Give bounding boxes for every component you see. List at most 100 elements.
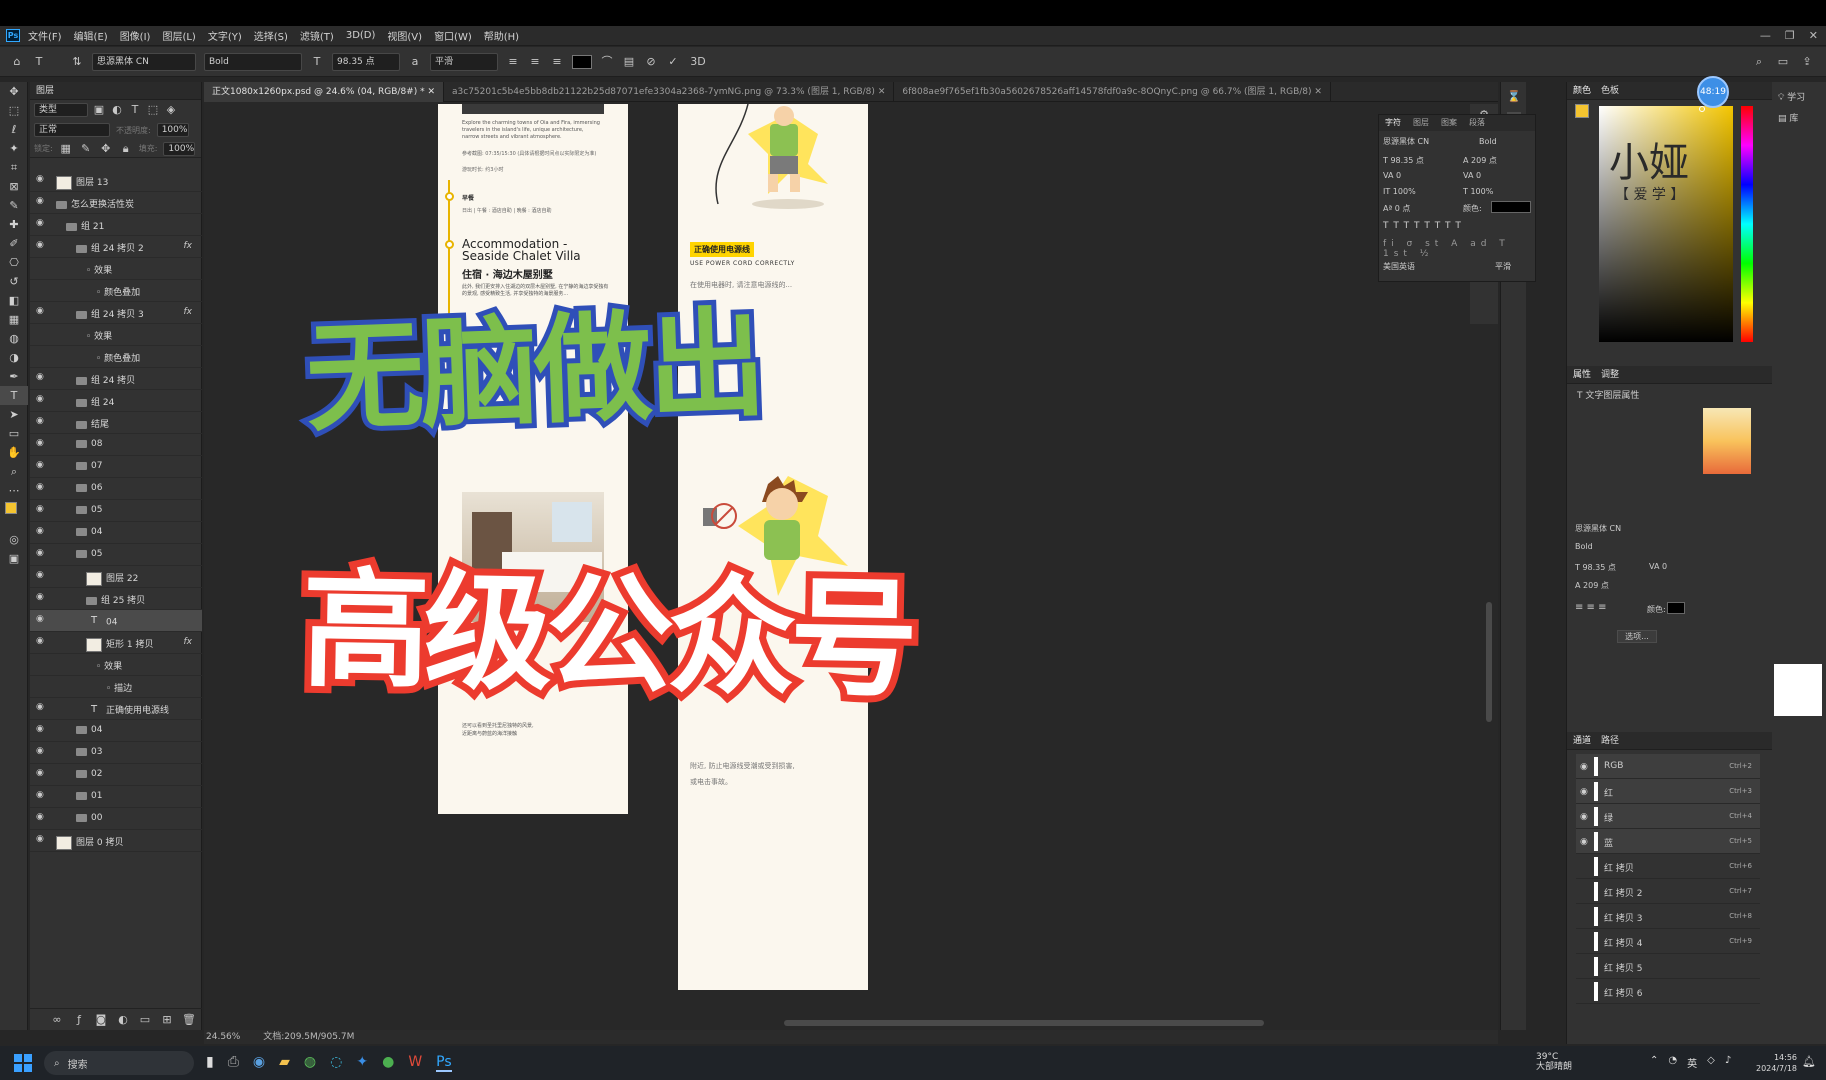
- layer-row[interactable]: ◉ 怎么更换活性炭: [30, 192, 202, 214]
- hand-tool-icon[interactable]: ✋: [0, 443, 28, 462]
- visibility-eye-icon[interactable]: ◉: [36, 813, 47, 822]
- props-font[interactable]: 思源黑体 CN: [1575, 524, 1687, 536]
- menu-layer[interactable]: 图层(L): [162, 28, 195, 43]
- lasso-tool-icon[interactable]: ℓ: [0, 120, 28, 139]
- visibility-eye-icon[interactable]: ◉: [36, 175, 47, 184]
- photoshop-taskbar-icon[interactable]: Ps: [436, 1054, 452, 1072]
- char-style-select[interactable]: Bold: [1479, 137, 1529, 149]
- menu-select[interactable]: 选择(S): [254, 28, 288, 43]
- file-explorer-icon[interactable]: ▰: [279, 1054, 290, 1072]
- tab-document-active[interactable]: 正文1080x1260px.psd @ 24.6% (04, RGB/8#) *…: [204, 82, 445, 102]
- char-style-buttons[interactable]: TTTTTTTT: [1383, 221, 1466, 231]
- layer-row[interactable]: ◉ 组 21: [30, 214, 202, 236]
- layer-row[interactable]: ◉ 图层 0 拷贝: [30, 830, 202, 852]
- filter-smart-icon[interactable]: ◈: [164, 103, 178, 117]
- tab-document-2[interactable]: a3c75201c5b4e5bb8db21122b25d87071efe3304…: [444, 82, 895, 102]
- layer-fx-icon[interactable]: fx: [184, 637, 193, 647]
- picker-cursor[interactable]: [1699, 106, 1705, 112]
- channel-row[interactable]: 红 拷贝 5: [1576, 954, 1760, 979]
- layer-row[interactable]: ◉ 05: [30, 500, 202, 522]
- dodge-tool-icon[interactable]: ◑: [0, 348, 28, 367]
- visibility-eye-icon[interactable]: ◉: [36, 395, 47, 404]
- visibility-eye-icon[interactable]: ◉: [36, 197, 47, 206]
- close-tab-icon[interactable]: ✕: [427, 87, 435, 97]
- visibility-eye-icon[interactable]: ◉: [36, 703, 47, 712]
- align-right-icon[interactable]: ≡: [550, 55, 564, 69]
- align-left-icon[interactable]: ≡: [506, 55, 520, 69]
- move-tool-icon[interactable]: ✥: [0, 82, 28, 101]
- visibility-eye-icon[interactable]: ◉: [36, 483, 47, 492]
- color-swatches[interactable]: [0, 500, 27, 530]
- minimize-icon[interactable]: —: [1760, 29, 1771, 42]
- tab-document-3[interactable]: 6f808ae9f765ef1fb30a5602678526aff14578fd…: [894, 82, 1331, 102]
- horizontal-scrollbar[interactable]: [784, 1020, 1264, 1026]
- visibility-eye-icon[interactable]: ◉: [1580, 787, 1588, 797]
- char-size[interactable]: T 98.35 点: [1383, 155, 1424, 166]
- visibility-eye-icon[interactable]: ◉: [36, 461, 47, 470]
- artboard-right[interactable]: 正确使用电源线 USE POWER CORD CORRECTLY 在使用电器时,…: [678, 104, 868, 990]
- channel-row[interactable]: 红 拷贝 4 Ctrl+9: [1576, 929, 1760, 954]
- char-antialias[interactable]: 平滑: [1495, 261, 1511, 272]
- visibility-eye-icon[interactable]: ◉: [36, 835, 47, 844]
- shape-tool-icon[interactable]: ▭: [0, 424, 28, 443]
- lock-paint-icon[interactable]: ✎: [79, 142, 93, 156]
- filter-adjust-icon[interactable]: ◐: [110, 103, 124, 117]
- menu-view[interactable]: 视图(V): [387, 28, 422, 43]
- char-opentype-buttons[interactable]: fi σ st A ad T 1st ½: [1383, 239, 1535, 259]
- layer-row[interactable]: ◉ 00: [30, 808, 202, 830]
- props-color-swatch[interactable]: [1667, 602, 1685, 614]
- char-hscale[interactable]: T 100%: [1463, 187, 1493, 196]
- filter-pixel-icon[interactable]: ▣: [92, 103, 106, 117]
- tab-color[interactable]: 颜色: [1573, 82, 1591, 99]
- close-tab-icon[interactable]: ✕: [878, 87, 886, 97]
- channel-row[interactable]: 红 拷贝 Ctrl+6: [1576, 854, 1760, 879]
- filter-type-icon[interactable]: T: [128, 103, 142, 117]
- menu-type[interactable]: 文字(Y): [208, 28, 242, 43]
- adjustment-layer-icon[interactable]: ◐: [116, 1013, 130, 1027]
- opacity-input[interactable]: 100%: [156, 123, 189, 137]
- layer-row[interactable]: ◉ 04: [30, 720, 202, 742]
- libraries-button[interactable]: ▤ 库: [1778, 111, 1820, 124]
- app-blue-icon[interactable]: ✦: [356, 1054, 368, 1072]
- layer-row[interactable]: ◉ T 04: [30, 610, 202, 632]
- ime-indicator[interactable]: 英: [1687, 1055, 1697, 1070]
- printer-icon[interactable]: ⎙: [228, 1054, 239, 1072]
- screen-mode-icon[interactable]: ▣: [0, 549, 28, 568]
- layer-row[interactable]: ◦ 效果: [30, 654, 202, 676]
- cancel-icon[interactable]: ⊘: [644, 55, 658, 69]
- quick-mask-icon[interactable]: ◎: [0, 530, 28, 549]
- visibility-eye-icon[interactable]: ◉: [36, 593, 47, 602]
- menu-image[interactable]: 图像(I): [120, 28, 151, 43]
- layer-fx-icon[interactable]: fx: [184, 241, 193, 251]
- char-leading[interactable]: A 209 点: [1463, 155, 1497, 166]
- menu-edit[interactable]: 编辑(E): [74, 28, 108, 43]
- timer-badge[interactable]: 48:19: [1697, 76, 1729, 108]
- layer-row[interactable]: ◉ 矩形 1 拷贝 fx: [30, 632, 202, 654]
- wechat-icon[interactable]: ●: [382, 1054, 394, 1072]
- visibility-eye-icon[interactable]: ◉: [36, 373, 47, 382]
- menu-window[interactable]: 窗口(W): [434, 28, 472, 43]
- visibility-eye-icon[interactable]: ◉: [36, 637, 47, 646]
- layer-fx-icon[interactable]: fx: [184, 307, 193, 317]
- layer-row[interactable]: ◉ 组 25 拷贝: [30, 588, 202, 610]
- more-tools-icon[interactable]: ⋯: [0, 481, 28, 500]
- layer-row[interactable]: ◉ 组 24: [30, 390, 202, 412]
- history-brush-icon[interactable]: ↺: [0, 272, 28, 291]
- learn-button[interactable]: 💡︎ 学习: [1778, 90, 1820, 103]
- font-style-select[interactable]: Bold: [204, 52, 302, 71]
- layers-panel-title[interactable]: 图层: [30, 82, 201, 100]
- home-icon[interactable]: ⌂: [10, 55, 24, 69]
- layer-row[interactable]: ◉ 08: [30, 434, 202, 456]
- network-icon[interactable]: ◇: [1707, 1055, 1715, 1070]
- tab-channels[interactable]: 通道: [1573, 732, 1591, 749]
- history-icon[interactable]: ⌛: [1507, 90, 1521, 104]
- visibility-eye-icon[interactable]: ◉: [36, 769, 47, 778]
- link-layers-icon[interactable]: ∞: [50, 1013, 64, 1027]
- layer-row[interactable]: ◦ 效果: [30, 324, 202, 346]
- visibility-eye-icon[interactable]: ◉: [36, 791, 47, 800]
- menu-help[interactable]: 帮助(H): [484, 28, 519, 43]
- props-tracking[interactable]: VA 0: [1649, 562, 1667, 571]
- search-icon[interactable]: ⌕: [1752, 55, 1766, 69]
- layer-row[interactable]: ◉ T 正确使用电源线: [30, 698, 202, 720]
- layer-row[interactable]: ◉ 04: [30, 522, 202, 544]
